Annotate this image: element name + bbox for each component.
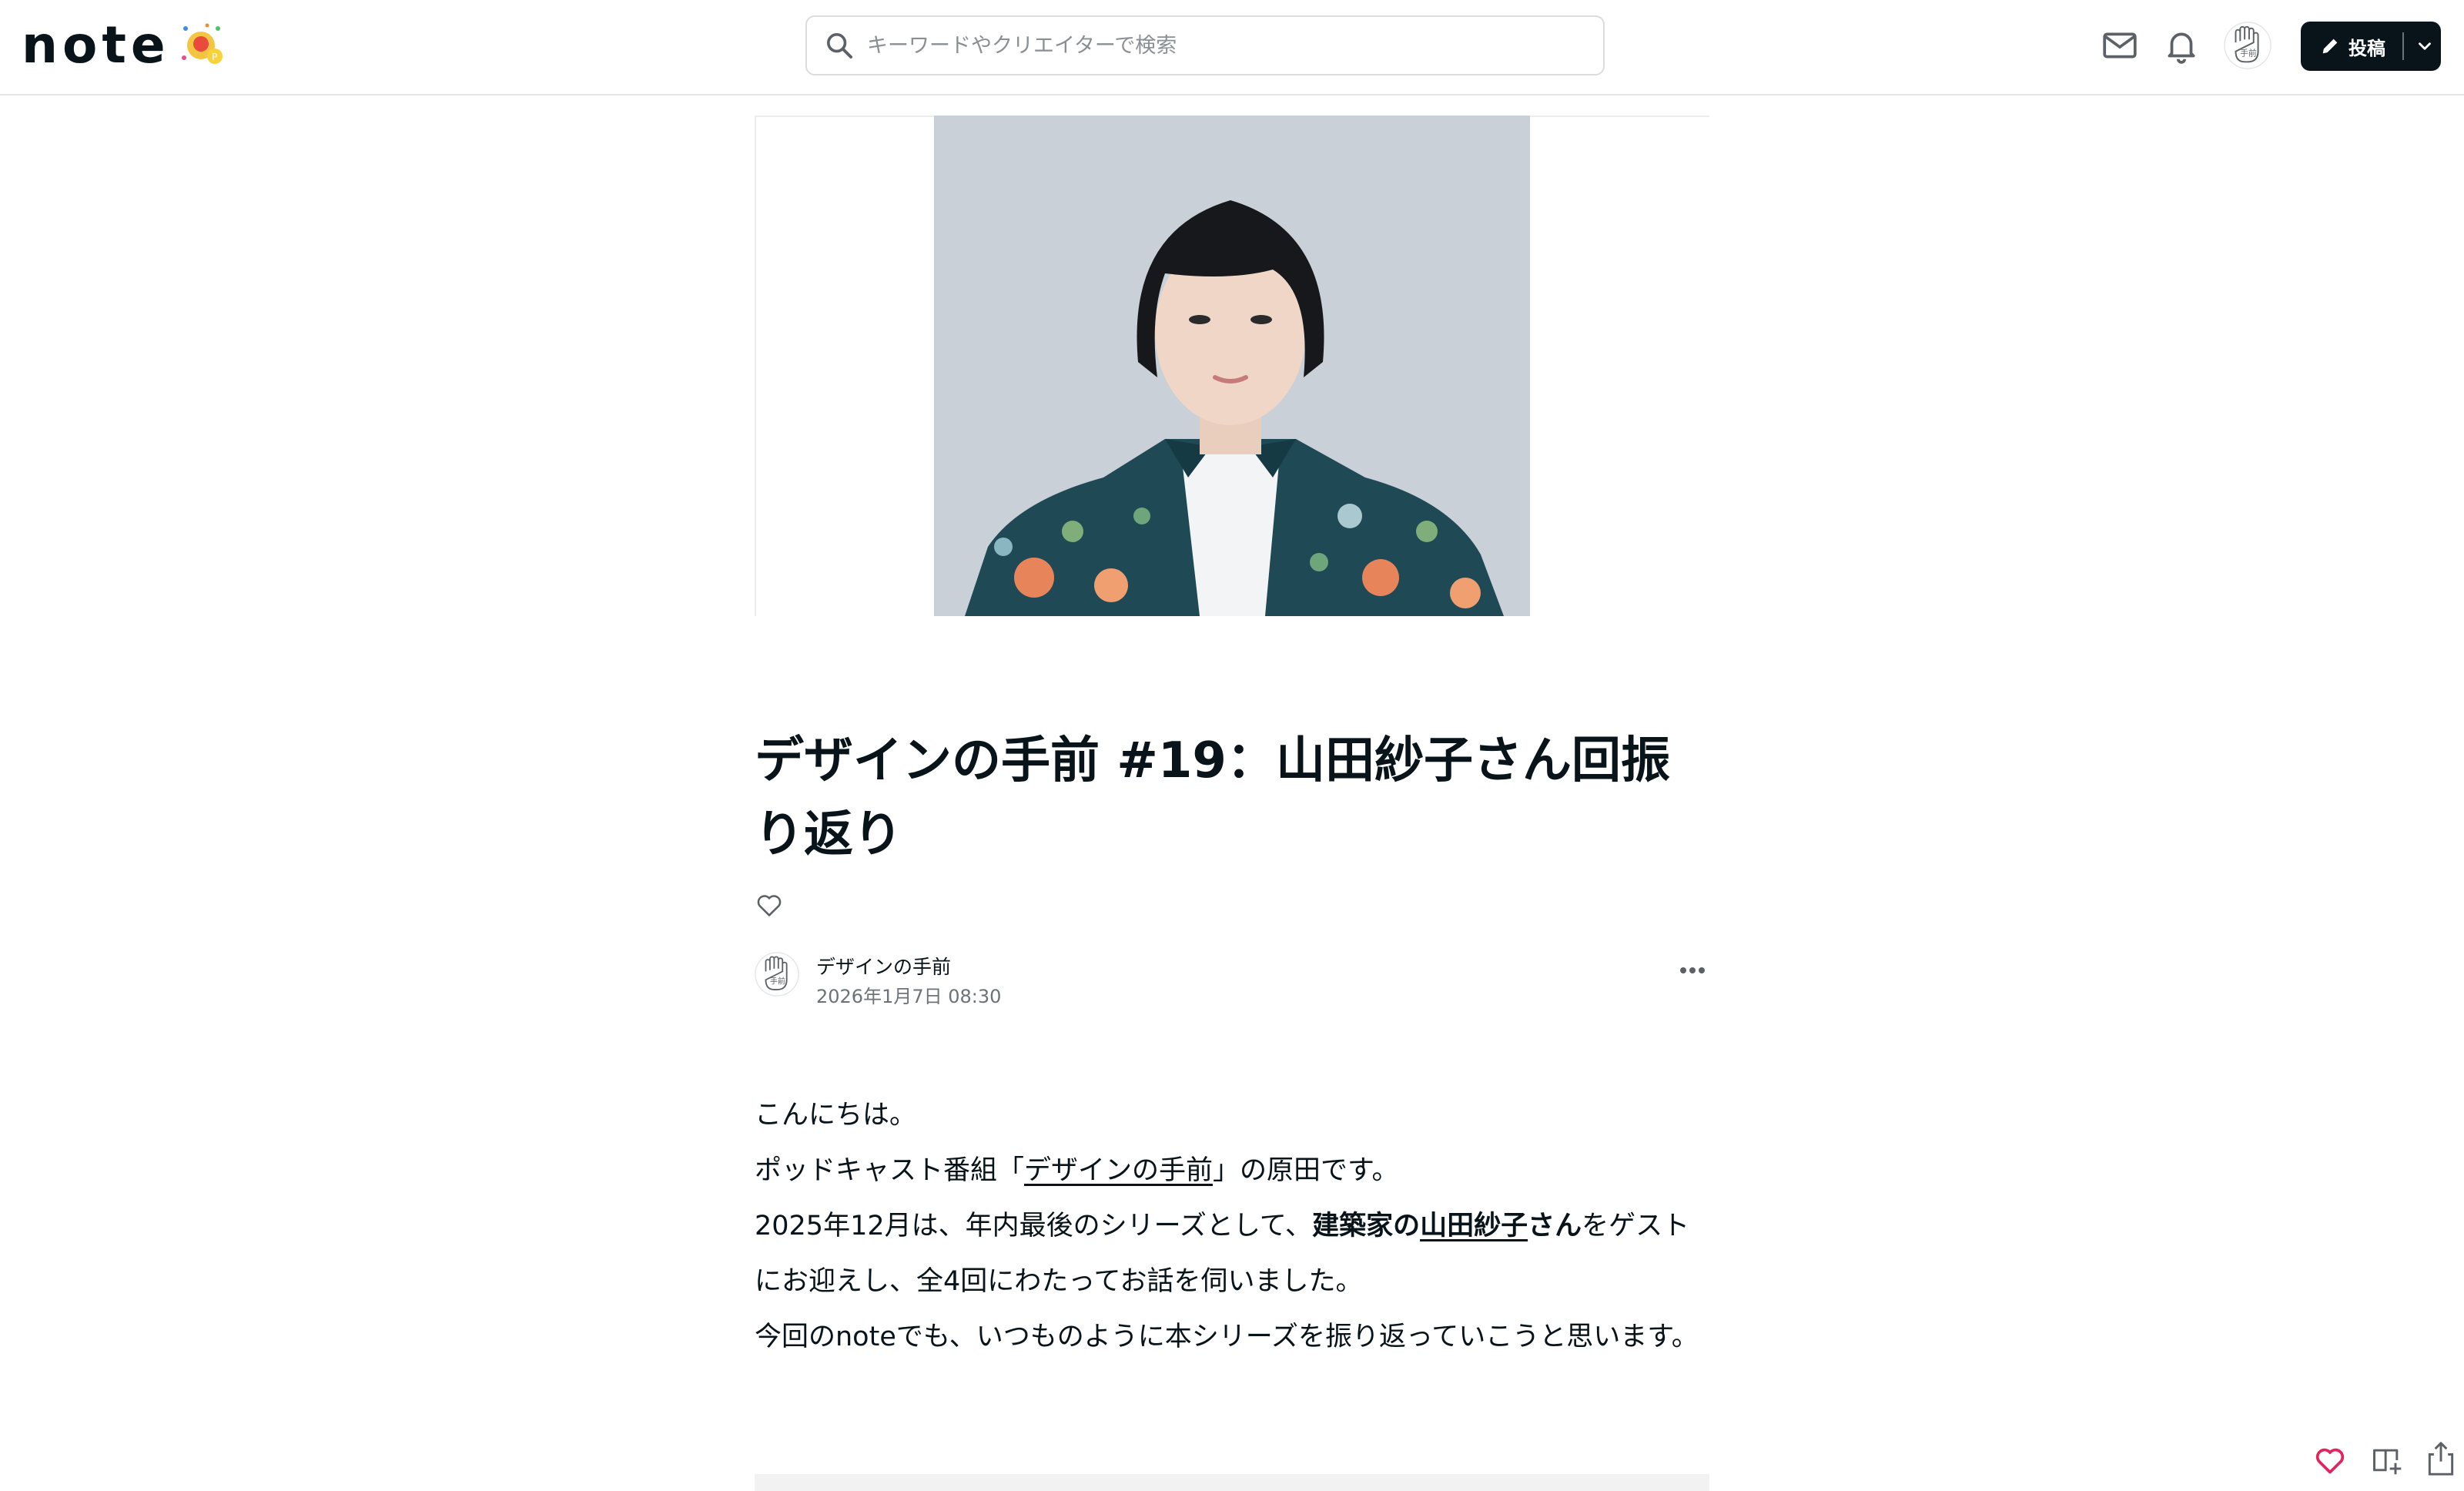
- podcast-link[interactable]: デザインの手前: [1024, 1155, 1213, 1186]
- user-avatar[interactable]: 手前: [2224, 22, 2272, 69]
- eyecatch-image[interactable]: [934, 116, 1530, 616]
- note-logo[interactable]: note P: [22, 18, 245, 72]
- search-icon[interactable]: [824, 30, 855, 61]
- svg-text:手前: 手前: [2240, 49, 2257, 59]
- svg-text:手前: 手前: [770, 977, 785, 987]
- search-box[interactable]: [805, 15, 1605, 75]
- bold-text-part: さん: [1528, 1211, 1582, 1241]
- paragraph-text: ポッドキャスト番組「: [755, 1155, 1025, 1186]
- share-icon[interactable]: [2424, 1440, 2458, 1477]
- chevron-down-icon[interactable]: [2415, 36, 2435, 56]
- heart-icon[interactable]: [755, 890, 784, 920]
- post-button-label: 投稿: [2348, 37, 2385, 59]
- heart-icon[interactable]: [2313, 1443, 2347, 1477]
- embed-card-top: [755, 1474, 1709, 1491]
- paragraph-text: 」の原田です。: [1213, 1155, 1399, 1186]
- paragraph-text: こんにちは。: [755, 1100, 917, 1131]
- creator-avatar[interactable]: 手前: [755, 952, 799, 997]
- paragraph-outro: 今回のnoteでも、いつものように本シリーズを振り返っていこうと思います。: [755, 1309, 1709, 1365]
- logo-text: note: [22, 15, 170, 75]
- paragraph-text: 2025年12月は、年内最後のシリーズとして、: [755, 1211, 1313, 1241]
- paragraph-series: 2025年12月は、年内最後のシリーズとして、建築家の山田紗子さんをゲストにお迎…: [755, 1198, 1709, 1309]
- search-input[interactable]: [865, 22, 1603, 69]
- article-title: デザインの手前 #19：山田紗子さん回振り返り: [755, 732, 1670, 863]
- svg-text:P: P: [212, 52, 217, 62]
- bold-text-part: 建築家の: [1312, 1211, 1421, 1241]
- anniversary-badge-icon: P: [181, 23, 223, 64]
- article-body: こんにちは。 ポッドキャスト番組「デザインの手前」の原田です。 2025年12月…: [755, 1087, 1709, 1365]
- pencil-icon: [2322, 39, 2338, 54]
- paragraph-intro: ポッドキャスト番組「デザインの手前」の原田です。: [755, 1143, 1709, 1198]
- more-icon[interactable]: [1676, 958, 1709, 983]
- publish-date: 2026年1月7日 08:30: [816, 986, 1002, 1007]
- post-button[interactable]: 投稿: [2301, 22, 2441, 71]
- bell-icon[interactable]: [2162, 26, 2201, 65]
- site-header: note P 手前 投稿: [0, 0, 2464, 95]
- post-button-divider: [2402, 32, 2404, 60]
- guest-link[interactable]: 山田紗子: [1420, 1211, 1528, 1241]
- magazine-add-icon[interactable]: [2370, 1443, 2404, 1477]
- mail-icon[interactable]: [2101, 26, 2139, 65]
- paragraph-greeting: こんにちは。: [755, 1087, 1709, 1143]
- paragraph-text: 今回のnoteでも、いつものように本シリーズを振り返っていこうと思います。: [755, 1322, 1699, 1352]
- bold-text: 建築家の山田紗子さん: [1312, 1211, 1582, 1241]
- creator-name-link[interactable]: デザインの手前: [816, 952, 951, 980]
